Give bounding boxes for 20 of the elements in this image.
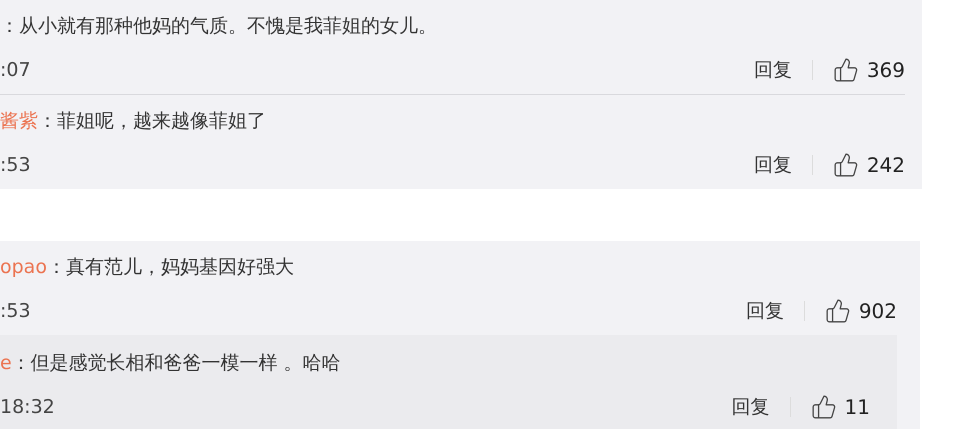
thumbs-up-icon (824, 298, 851, 324)
timestamp: :53 (0, 298, 31, 324)
reply-button[interactable]: 回复 (754, 56, 792, 84)
comment-text: ：但是感觉长相和爸爸一模一样 。哈哈 (12, 350, 341, 376)
like-button[interactable]: 242 (832, 150, 905, 180)
like-button[interactable]: 11 (810, 392, 870, 422)
comment-text: ：从小就有那种他妈的气质。不愧是我菲姐的女儿。 (0, 14, 437, 39)
reply-button[interactable]: 回复 (754, 150, 792, 180)
comment-text: ：真有范儿，妈妈基因好强大 (46, 254, 294, 280)
thumbs-up-icon (832, 152, 859, 178)
reply-button[interactable]: 回复 (732, 392, 770, 422)
comment-text: ：菲姐呢，越来越像菲姐了 (38, 108, 266, 134)
thumbs-up-icon (810, 394, 837, 420)
thumbs-up-icon (832, 57, 859, 83)
timestamp: :53 (0, 152, 31, 178)
like-button[interactable]: 902 (824, 296, 897, 326)
reply-button[interactable]: 回复 (746, 296, 784, 326)
timestamp: :07 (0, 58, 31, 83)
like-button[interactable]: 369 (832, 55, 905, 85)
timestamp: 18:32 (0, 394, 55, 420)
